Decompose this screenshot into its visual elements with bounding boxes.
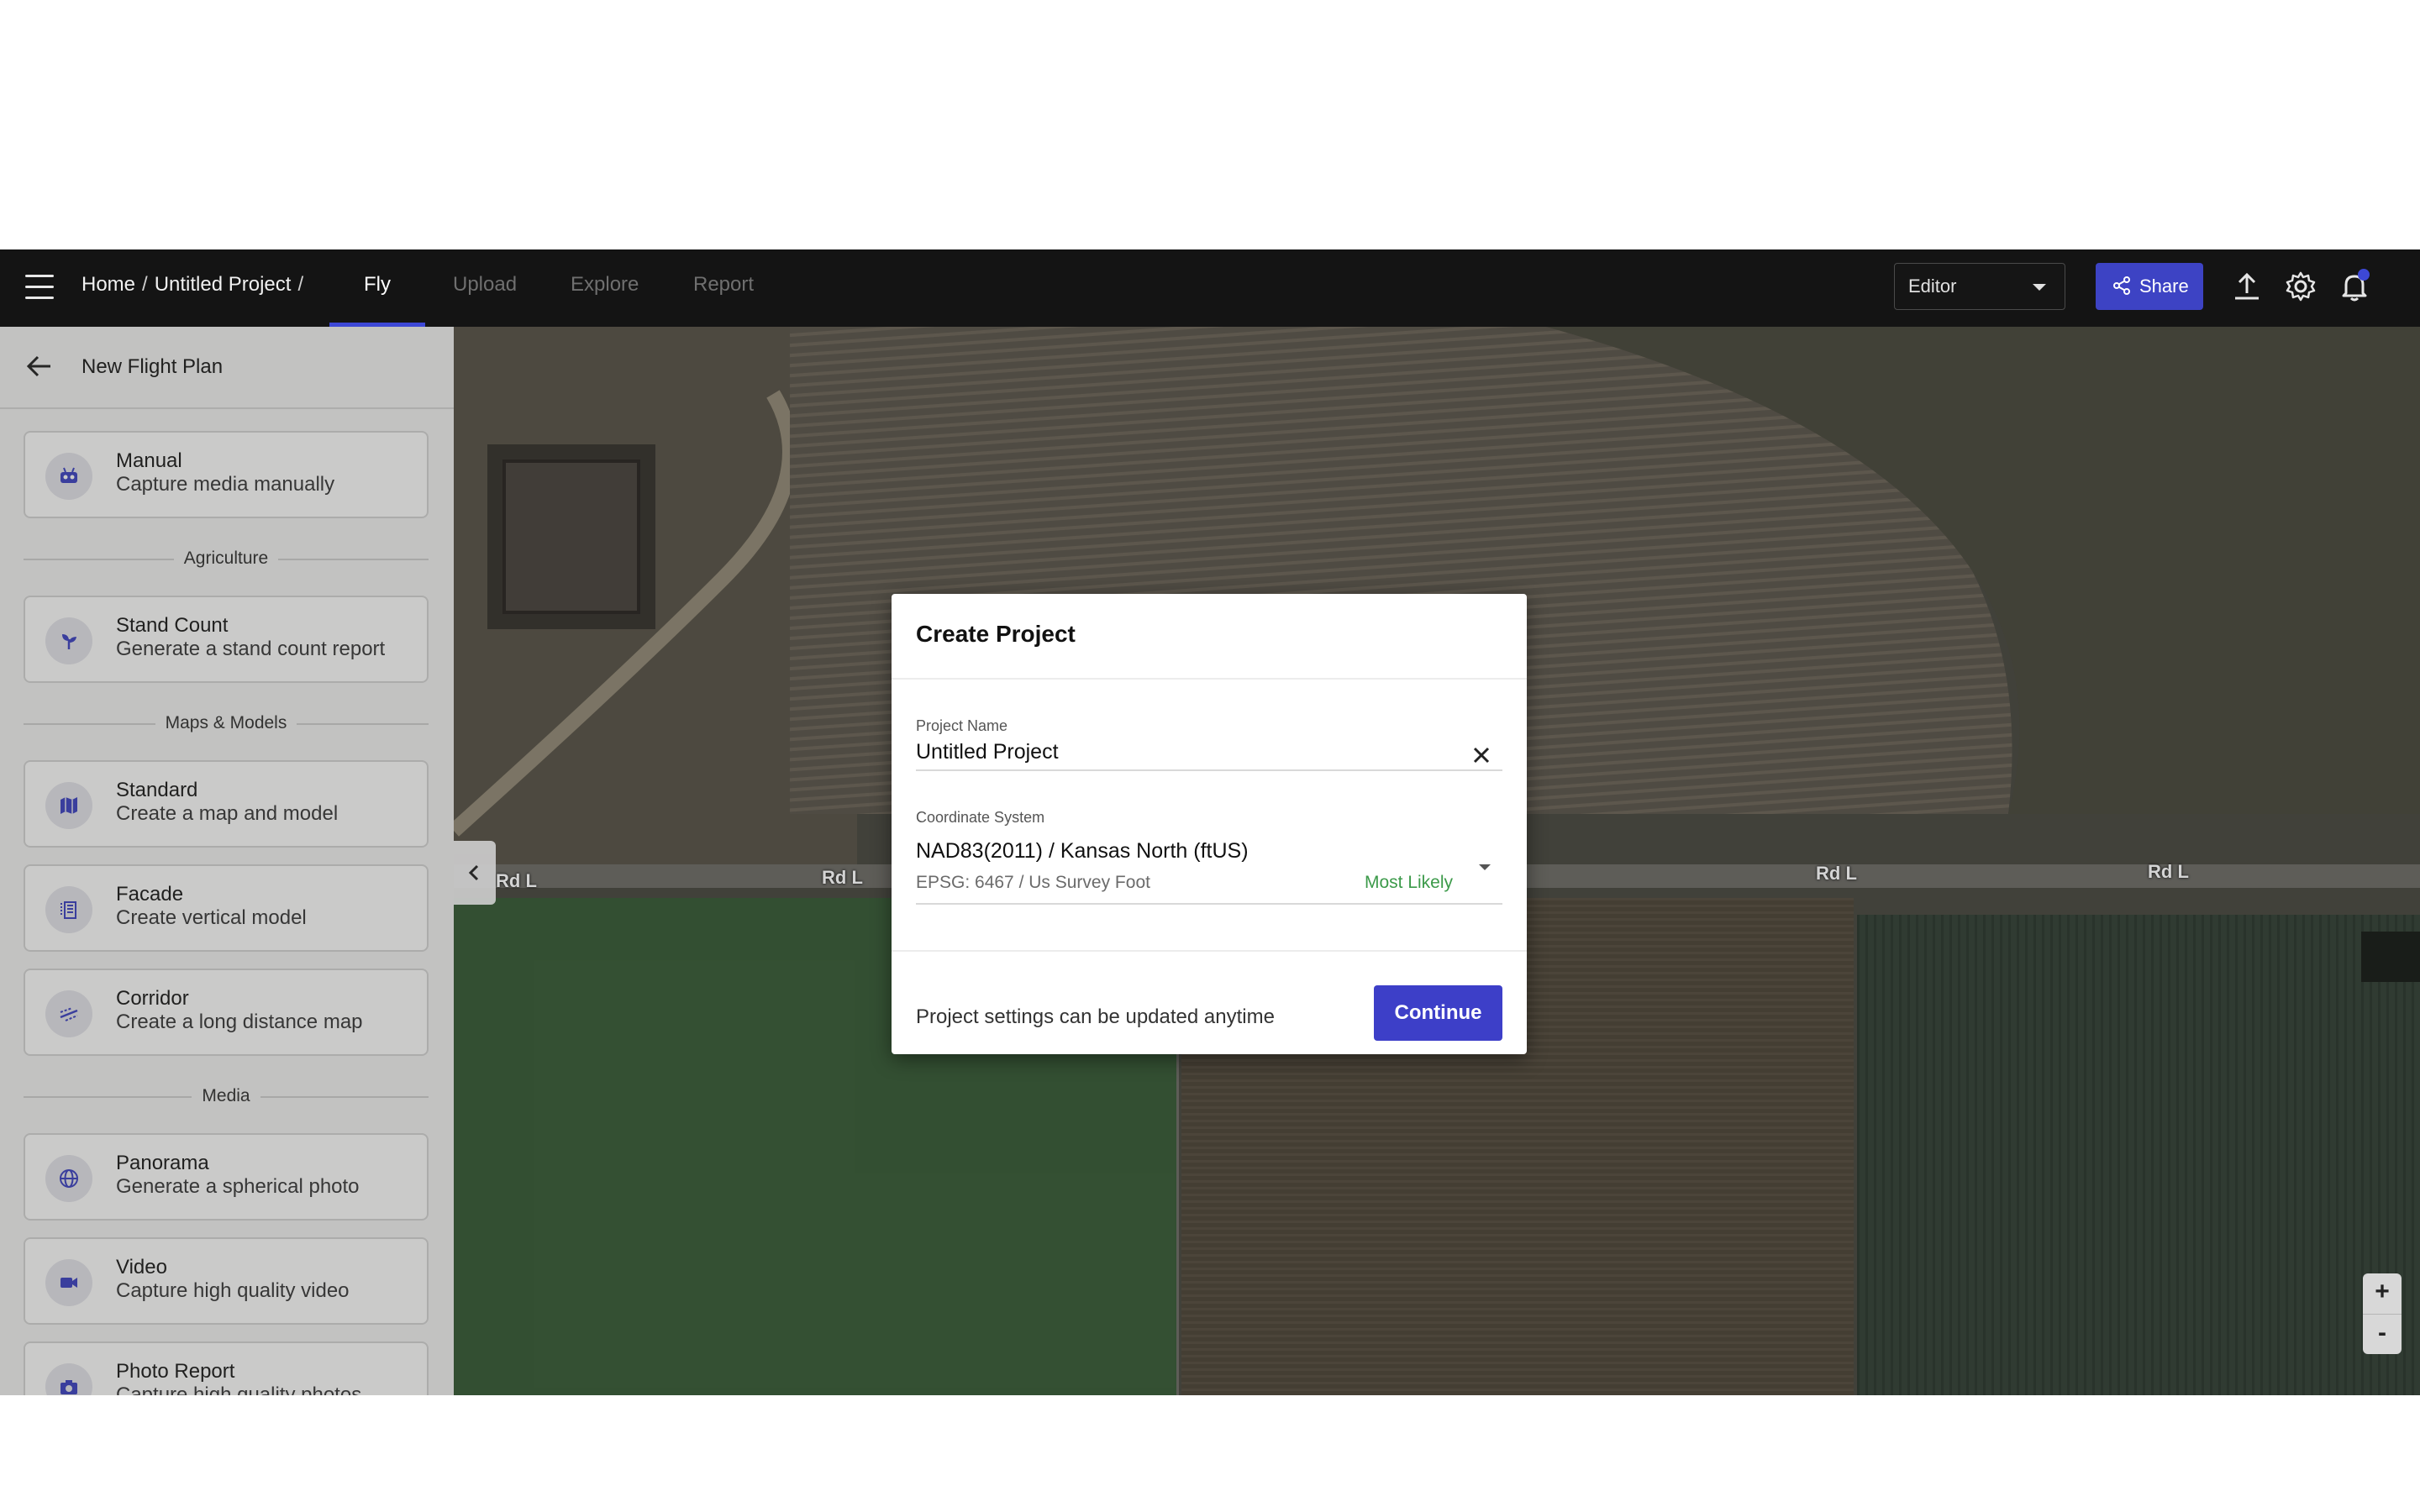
flight-option-title: Photo Report	[116, 1360, 235, 1383]
section-label: Maps & Models	[155, 713, 297, 732]
section-maps-models: Maps & Models	[24, 711, 429, 737]
chevron-down-icon[interactable]	[1479, 864, 1491, 870]
video-icon-circle	[45, 1259, 92, 1306]
flight-option-panorama[interactable]: Panorama Generate a spherical photo	[24, 1133, 429, 1221]
flight-option-title: Panorama	[116, 1152, 209, 1174]
flight-option-facade[interactable]: Facade Create vertical model	[24, 864, 429, 952]
gear-icon[interactable]	[2284, 270, 2317, 303]
dialog-footer-note: Project settings can be updated anytime	[916, 1005, 1275, 1028]
camera-icon	[60, 1380, 77, 1394]
select-underline	[916, 903, 1502, 905]
flight-option-subtitle: Capture high quality video	[116, 1279, 350, 1302]
chevron-down-icon	[2033, 284, 2046, 291]
flight-option-standard[interactable]: Standard Create a map and model	[24, 760, 429, 848]
building-icon	[60, 901, 76, 919]
flight-option-subtitle: Create a map and model	[116, 802, 339, 825]
photo-report-icon-circle	[45, 1363, 92, 1395]
panorama-icon-circle	[45, 1155, 92, 1202]
manual-icon-circle	[45, 453, 92, 500]
stand-count-icon-circle	[45, 617, 92, 664]
continue-button[interactable]: Continue	[1374, 985, 1502, 1041]
standard-icon-circle	[45, 782, 92, 829]
breadcrumb-home[interactable]: Home	[82, 273, 135, 296]
corridor-icon	[60, 1007, 78, 1021]
flight-option-photo-report[interactable]: Photo Report Capture high quality photos	[24, 1341, 429, 1395]
zoom-out-button[interactable]: -	[2363, 1314, 2402, 1353]
corridor-icon-circle	[45, 990, 92, 1037]
flight-option-title: Stand Count	[116, 614, 229, 637]
app-window: Rd L Rd L Rd L Rd L Home / Untitled Projec…	[0, 249, 2420, 1395]
tab-explore[interactable]: Explore	[571, 273, 639, 297]
tab-upload[interactable]: Upload	[453, 273, 517, 297]
flight-plan-sidebar: New Flight Plan Manual Capture media man…	[0, 327, 454, 1395]
hamburger-menu-icon[interactable]	[25, 275, 54, 300]
sidebar-title: New Flight Plan	[82, 355, 224, 378]
chevron-left-icon	[468, 864, 479, 881]
flight-option-manual[interactable]: Manual Capture media manually	[24, 431, 429, 518]
sprout-icon	[62, 634, 76, 649]
coordinate-system-select[interactable]: NAD83(2011) / Kansas North (ftUS)	[916, 839, 1249, 864]
facade-icon-circle	[45, 886, 92, 933]
flight-option-subtitle: Capture high quality photos	[116, 1383, 362, 1395]
input-underline	[916, 769, 1502, 771]
coordinate-system-epsg: EPSG: 6467 / Us Survey Foot	[916, 873, 1150, 892]
sidebar-header: New Flight Plan	[0, 327, 454, 409]
flight-option-title: Facade	[116, 883, 184, 906]
notification-badge	[2358, 269, 2370, 281]
globe-icon	[60, 1169, 78, 1188]
upload-icon[interactable]	[2230, 270, 2264, 303]
divider	[892, 950, 1527, 952]
back-arrow-icon[interactable]	[25, 354, 52, 379]
share-button[interactable]: Share	[2096, 263, 2203, 310]
flight-option-subtitle: Create a long distance map	[116, 1011, 363, 1033]
flight-option-subtitle: Create vertical model	[116, 906, 307, 929]
project-name-input[interactable]: Untitled Project	[916, 740, 1059, 764]
flight-option-subtitle: Generate a stand count report	[116, 638, 386, 660]
role-select-value: Editor	[1908, 276, 1957, 297]
collapse-sidebar-button[interactable]	[454, 841, 496, 905]
section-agriculture: Agriculture	[24, 547, 429, 572]
section-label: Media	[192, 1086, 260, 1105]
flight-option-corridor[interactable]: Corridor Create a long distance map	[24, 969, 429, 1056]
tab-report[interactable]: Report	[693, 273, 754, 297]
share-button-label: Share	[2139, 276, 2189, 297]
drone-controller-icon	[60, 467, 77, 483]
share-icon	[2113, 276, 2130, 295]
flight-option-title: Standard	[116, 779, 198, 801]
flight-option-stand-count[interactable]: Stand Count Generate a stand count repor…	[24, 596, 429, 683]
flight-option-title: Corridor	[116, 987, 189, 1010]
divider	[892, 678, 1527, 680]
flight-option-video[interactable]: Video Capture high quality video	[24, 1237, 429, 1325]
create-project-dialog: Create Project Project Name Untitled Pro…	[892, 594, 1527, 1054]
section-label: Agriculture	[173, 549, 279, 568]
section-media: Media	[24, 1084, 429, 1110]
close-icon[interactable]	[1470, 743, 1493, 767]
flight-option-subtitle: Capture media manually	[116, 473, 335, 496]
breadcrumb-separator: /	[297, 273, 304, 296]
dialog-title: Create Project	[916, 621, 1076, 647]
flight-option-title: Manual	[116, 449, 182, 472]
video-camera-icon	[60, 1278, 77, 1288]
role-select[interactable]: Editor	[1894, 263, 2065, 310]
top-navigation-bar: Home / Untitled Project / Fly Upload Explor…	[0, 249, 2420, 327]
tab-fly[interactable]: Fly	[364, 273, 391, 297]
coordinate-system-label: Coordinate System	[916, 809, 1045, 826]
breadcrumb-project[interactable]: Untitled Project	[155, 273, 292, 296]
project-name-label: Project Name	[916, 717, 1008, 734]
flight-option-title: Video	[116, 1256, 167, 1278]
zoom-in-button[interactable]: +	[2363, 1273, 2402, 1312]
breadcrumb-separator: /	[142, 273, 148, 296]
map-icon	[60, 797, 77, 814]
breadcrumb: Home / Untitled Project /	[82, 273, 310, 297]
flight-option-subtitle: Generate a spherical photo	[116, 1175, 360, 1198]
most-likely-badge: Most Likely	[1365, 873, 1454, 892]
zoom-controls: + -	[2363, 1273, 2402, 1354]
